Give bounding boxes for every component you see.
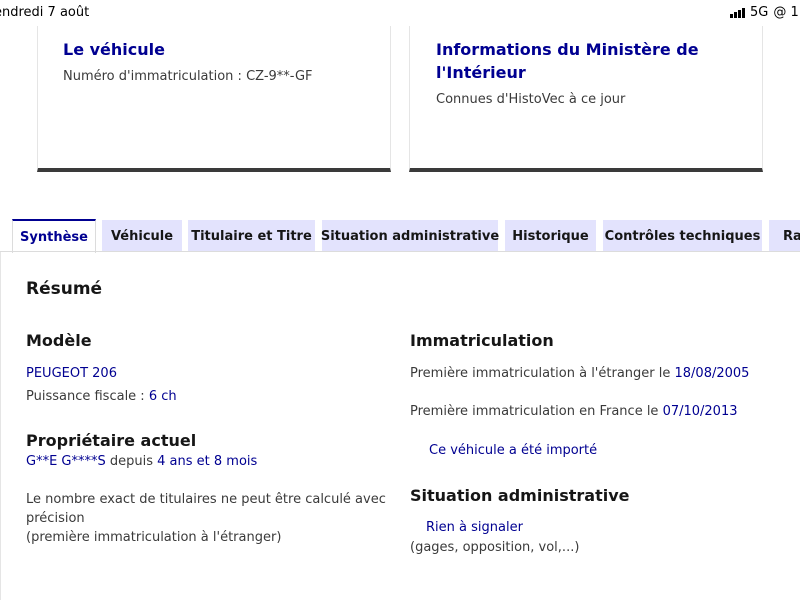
admin-status: Rien à signaler — [426, 520, 523, 535]
summary-title: Résumé — [26, 279, 103, 299]
first-registration-abroad: Première immatriculation à l'étranger le… — [410, 366, 749, 381]
owner-count-note: Le nombre exact de titulaires ne peut êt… — [26, 490, 396, 547]
admin-detail: (gages, opposition, vol,...) — [410, 540, 580, 555]
ministry-card-text: Connues d'HistoVec à ce jour — [436, 92, 626, 107]
signal-icon — [730, 7, 746, 18]
import-note: Ce véhicule a été importé — [429, 443, 598, 458]
fiscal-power: Puissance fiscale : 6 ch — [26, 389, 177, 404]
model-name: PEUGEOT 206 — [26, 366, 117, 381]
ministry-info-card[interactable]: Informations du Ministère de l'Intérieur… — [409, 26, 763, 172]
vehicle-card-text: Numéro d'immatriculation : CZ-9**-GF — [63, 69, 313, 84]
owner-note-line-2: précision — [26, 511, 85, 526]
first-registration-france: Première immatriculation en France le 07… — [410, 404, 738, 419]
vehicle-card[interactable]: Le véhicule Numéro d'immatriculation : C… — [37, 26, 391, 172]
ministry-card-title[interactable]: Informations du Ministère de l'Intérieur — [436, 38, 726, 84]
status-time: @ 1! — [773, 5, 800, 20]
tab-titulaire-titre[interactable]: Titulaire et Titre — [188, 220, 315, 252]
tab-historique[interactable]: Historique — [505, 220, 596, 252]
tab-bar: Synthèse Véhicule Titulaire et Titre Sit… — [0, 219, 800, 253]
fiscal-power-label: Puissance fiscale : — [26, 389, 149, 404]
owner-since-value: 4 ans et 8 mois — [157, 454, 258, 469]
first-france-date: 07/10/2013 — [662, 404, 738, 419]
summary-panel: Résumé Modèle PEUGEOT 206 Puissance fisc… — [0, 252, 800, 600]
owner-line: G**E G****S depuis 4 ans et 8 mois — [26, 454, 257, 469]
vehicle-card-title[interactable]: Le véhicule — [63, 38, 165, 61]
tab-rapport[interactable]: Rap — [769, 220, 800, 252]
tab-situation-administrative[interactable]: Situation administrative — [321, 220, 499, 252]
owner-note-line-1: Le nombre exact de titulaires ne peut êt… — [26, 492, 386, 507]
owner-since-label: depuis — [105, 454, 158, 469]
model-heading: Modèle — [26, 331, 92, 350]
registration-heading: Immatriculation — [410, 331, 554, 350]
tab-synthese[interactable]: Synthèse — [12, 219, 96, 253]
admin-heading: Situation administrative — [410, 486, 630, 505]
first-abroad-label: Première immatriculation à l'étranger le — [410, 366, 675, 381]
owner-heading: Propriétaire actuel — [26, 431, 197, 450]
first-france-label: Première immatriculation en France le — [410, 404, 663, 419]
status-date: endredi 7 août — [0, 5, 90, 20]
status-right: 5G @ 1! — [730, 5, 800, 20]
fiscal-power-value: 6 ch — [148, 389, 177, 404]
network-label: 5G — [750, 5, 769, 20]
tab-vehicule[interactable]: Véhicule — [102, 220, 182, 252]
owner-name: G**E G****S — [26, 454, 106, 469]
first-abroad-date: 18/08/2005 — [674, 366, 750, 381]
status-bar: endredi 7 août 5G @ 1! — [0, 0, 800, 26]
owner-note-line-3: (première immatriculation à l'étranger) — [26, 530, 282, 545]
tab-controles-techniques[interactable]: Contrôles techniques — [603, 220, 762, 252]
